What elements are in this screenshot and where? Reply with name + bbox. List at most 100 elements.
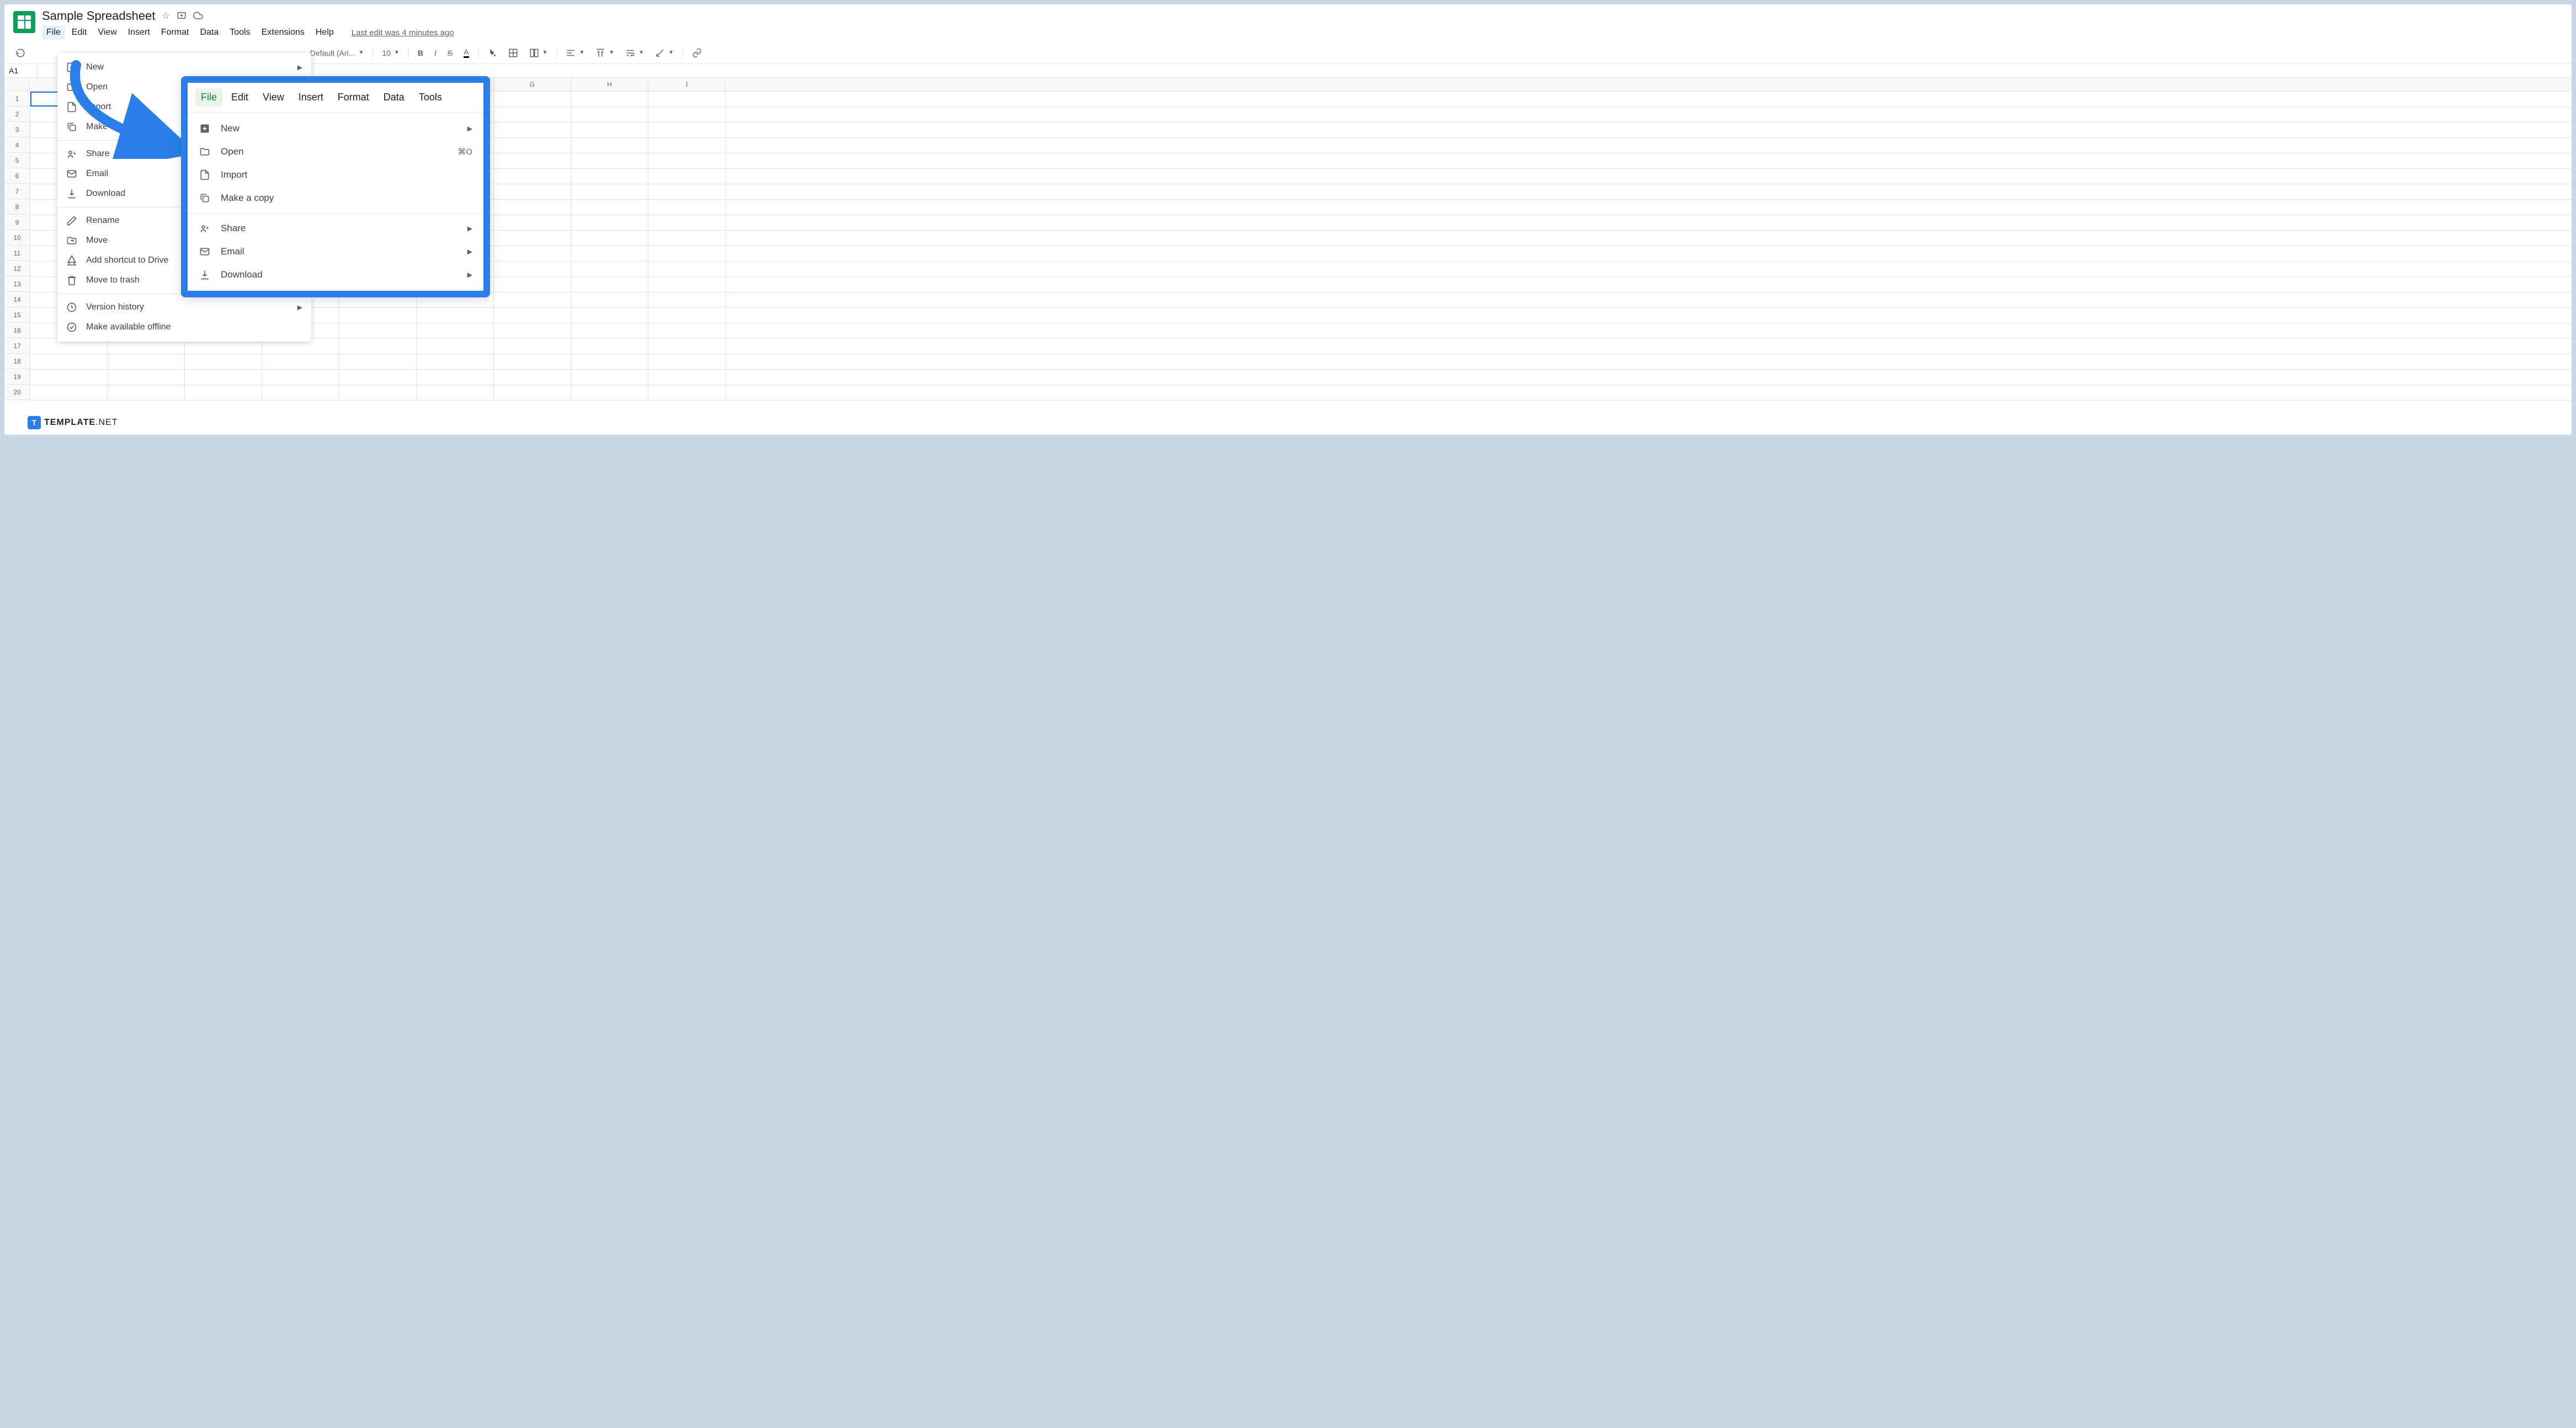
column-header[interactable]: I [648, 78, 726, 91]
menu-format[interactable]: Format [157, 25, 194, 40]
overlay-menu-edit[interactable]: Edit [226, 88, 254, 106]
cell[interactable] [339, 385, 417, 400]
cell[interactable] [648, 169, 726, 184]
cell[interactable] [571, 323, 648, 338]
fill-color-button[interactable] [483, 46, 502, 60]
cell[interactable] [648, 354, 726, 369]
cell[interactable] [30, 385, 108, 400]
cell[interactable] [648, 138, 726, 153]
cell[interactable] [494, 153, 571, 168]
cell[interactable] [494, 323, 571, 338]
cell[interactable] [417, 385, 494, 400]
overlay-item-open[interactable]: Open⌘O [188, 140, 483, 163]
document-title[interactable]: Sample Spreadsheet [42, 9, 155, 23]
cell[interactable] [494, 292, 571, 307]
cell[interactable] [648, 339, 726, 354]
cell[interactable] [494, 184, 571, 199]
cell[interactable] [648, 153, 726, 168]
overlay-item-email[interactable]: Email▶ [188, 240, 483, 263]
row-header[interactable]: 6 [4, 168, 30, 184]
cell[interactable] [494, 385, 571, 400]
cell[interactable] [494, 339, 571, 354]
menu-extensions[interactable]: Extensions [257, 25, 309, 40]
cell[interactable] [571, 277, 648, 292]
overlay-menu-tools[interactable]: Tools [413, 88, 448, 106]
overlay-item-import[interactable]: Import [188, 163, 483, 187]
menu-data[interactable]: Data [195, 25, 223, 40]
row-header[interactable]: 16 [4, 323, 30, 338]
cell[interactable] [30, 354, 108, 369]
cell[interactable] [571, 138, 648, 153]
row-header[interactable]: 12 [4, 261, 30, 276]
text-color-button[interactable]: A [459, 45, 473, 60]
cell[interactable] [417, 308, 494, 323]
cell[interactable] [494, 169, 571, 184]
row-header[interactable]: 2 [4, 106, 30, 122]
cell[interactable] [648, 231, 726, 246]
cell[interactable] [648, 200, 726, 215]
cell[interactable] [571, 153, 648, 168]
italic-button[interactable]: I [430, 46, 441, 60]
cell[interactable] [494, 354, 571, 369]
cell[interactable] [571, 292, 648, 307]
cell[interactable] [494, 246, 571, 261]
menu-insert[interactable]: Insert [124, 25, 155, 40]
row-header[interactable]: 20 [4, 385, 30, 400]
cell[interactable] [494, 107, 571, 122]
cell[interactable] [339, 354, 417, 369]
file-menu-new[interactable]: New▶ [57, 57, 311, 77]
rotate-button[interactable]: ▼ [651, 46, 678, 60]
font-select[interactable]: Default (Ari...▼ [306, 46, 369, 60]
cell[interactable] [417, 339, 494, 354]
cell[interactable] [494, 277, 571, 292]
cell[interactable] [571, 184, 648, 199]
row-header[interactable]: 1 [4, 91, 30, 106]
overlay-menu-insert[interactable]: Insert [293, 88, 329, 106]
cell[interactable] [185, 354, 262, 369]
halign-button[interactable]: ▼ [561, 46, 589, 60]
cell[interactable] [494, 122, 571, 137]
cell[interactable] [417, 323, 494, 338]
column-header[interactable]: G [494, 78, 571, 91]
cell[interactable] [571, 122, 648, 137]
cell[interactable] [339, 323, 417, 338]
cell[interactable] [108, 354, 185, 369]
cell[interactable] [648, 308, 726, 323]
sheets-logo[interactable] [13, 11, 35, 33]
overlay-item-share[interactable]: Share▶ [188, 217, 483, 240]
cell[interactable] [417, 354, 494, 369]
cell[interactable] [571, 107, 648, 122]
cell[interactable] [571, 200, 648, 215]
cell[interactable] [571, 92, 648, 106]
overlay-item-download[interactable]: Download▶ [188, 263, 483, 286]
cell[interactable] [494, 308, 571, 323]
overlay-item-new[interactable]: New▶ [188, 117, 483, 140]
cell[interactable] [108, 385, 185, 400]
cell[interactable] [648, 370, 726, 385]
overlay-menu-view[interactable]: View [257, 88, 290, 106]
merge-button[interactable]: ▼ [525, 46, 552, 60]
menu-help[interactable]: Help [311, 25, 338, 40]
cell[interactable] [262, 370, 339, 385]
row-header[interactable]: 14 [4, 292, 30, 307]
bold-button[interactable]: B [413, 46, 428, 60]
cell[interactable] [571, 354, 648, 369]
cell[interactable] [417, 370, 494, 385]
row-header[interactable]: 18 [4, 354, 30, 369]
cell[interactable] [494, 370, 571, 385]
menu-tools[interactable]: Tools [225, 25, 254, 40]
last-edit-link[interactable]: Last edit was 4 minutes ago [352, 28, 454, 38]
row-header[interactable]: 5 [4, 153, 30, 168]
column-header[interactable]: H [571, 78, 648, 91]
row-header[interactable]: 13 [4, 276, 30, 292]
cell[interactable] [30, 370, 108, 385]
strike-button[interactable]: S [443, 46, 457, 60]
row-header[interactable]: 15 [4, 307, 30, 323]
borders-button[interactable] [504, 46, 523, 60]
menu-view[interactable]: View [93, 25, 121, 40]
overlay-menu-file[interactable]: File [195, 88, 222, 106]
undo-button[interactable] [11, 46, 30, 60]
row-header[interactable]: 9 [4, 215, 30, 230]
cell[interactable] [494, 215, 571, 230]
cell[interactable] [262, 354, 339, 369]
